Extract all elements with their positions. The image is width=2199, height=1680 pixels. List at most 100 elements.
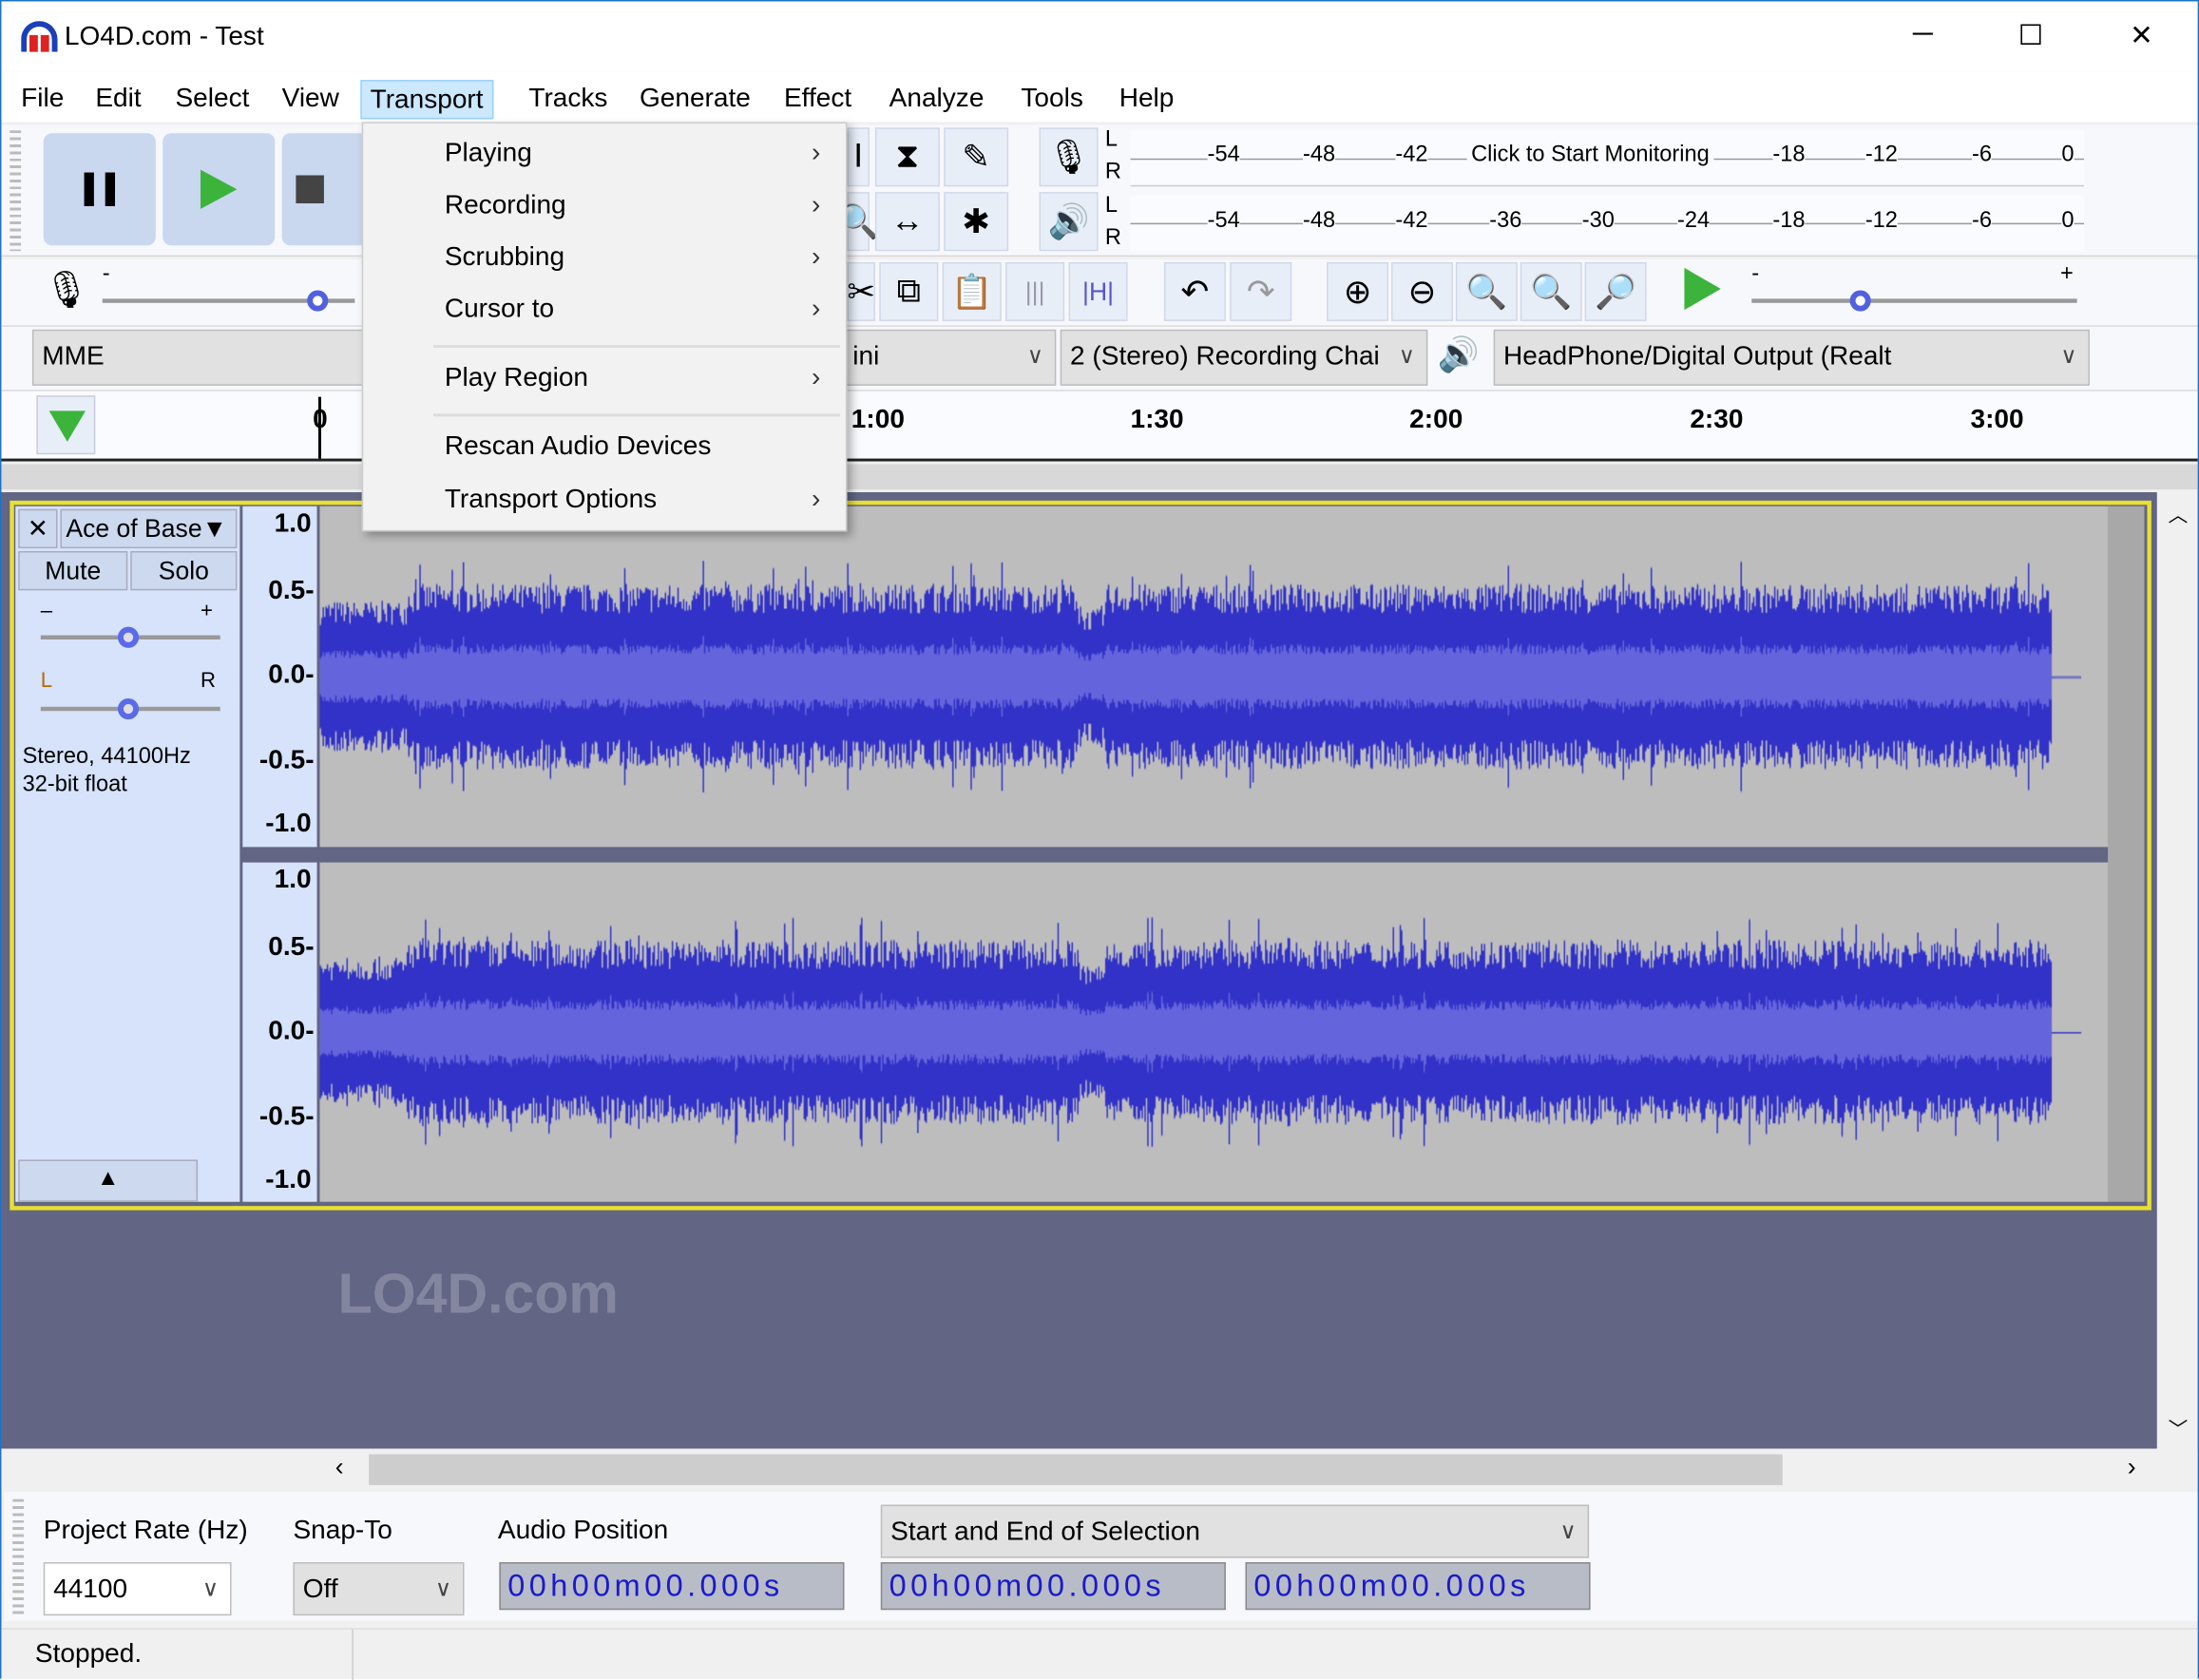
waveform-left-channel[interactable] bbox=[319, 506, 2110, 848]
playback-meter[interactable]: -54 -48 -42 -36 -30 -24 -18 -12 -6 0 bbox=[1130, 195, 2085, 252]
snap-to-select[interactable]: Off ∨ bbox=[293, 1562, 465, 1616]
copy-button[interactable]: ⧉ bbox=[879, 261, 939, 321]
amplitude-scale-top[interactable]: 1.0 0.5- 0.0- -0.5- -1.0 bbox=[242, 506, 317, 848]
menu-item-scrubbing[interactable]: Scrubbing › bbox=[365, 234, 846, 281]
zoom-out-button[interactable]: ⊖ bbox=[1390, 261, 1453, 321]
vertical-scrollbar[interactable]: ︿ ﹀ bbox=[2158, 492, 2198, 1449]
solo-button[interactable]: Solo bbox=[130, 550, 238, 591]
close-track-button[interactable]: ✕ bbox=[18, 508, 58, 549]
pause-button[interactable] bbox=[43, 133, 156, 246]
window-title: LO4D.com - Test bbox=[64, 22, 264, 52]
menu-generate[interactable]: Generate bbox=[631, 80, 759, 119]
menu-help[interactable]: Help bbox=[1111, 80, 1182, 119]
zoom-toggle-button[interactable]: 🔎 bbox=[1584, 261, 1647, 321]
menu-file[interactable]: File bbox=[12, 80, 72, 119]
menu-item-playing[interactable]: Playing › bbox=[365, 130, 846, 178]
menu-item-transport-options[interactable]: Transport Options › bbox=[365, 477, 846, 525]
toolbar-grip[interactable] bbox=[12, 1499, 25, 1614]
audio-position-field[interactable]: 00h00m00.000s bbox=[499, 1562, 845, 1611]
redo-button[interactable]: ↷ bbox=[1230, 261, 1292, 321]
scale-label: 0.5- bbox=[268, 576, 315, 606]
record-meter-mic-icon[interactable]: 🎙 bbox=[1039, 127, 1099, 187]
pan-slider[interactable] bbox=[40, 697, 220, 720]
amplitude-scale-bottom[interactable]: 1.0 0.5- 0.0- -0.5- -1.0 bbox=[242, 862, 317, 1202]
recording-volume-slider[interactable] bbox=[102, 290, 355, 312]
menu-tools[interactable]: Tools bbox=[1013, 80, 1092, 119]
menu-select[interactable]: Select bbox=[167, 80, 258, 119]
start-monitoring-label[interactable]: Click to Start Monitoring bbox=[1466, 143, 1714, 169]
close-button[interactable]: ✕ bbox=[2113, 18, 2170, 53]
meter-tick: -24 bbox=[1677, 208, 1711, 235]
recording-channels-select[interactable]: 2 (Stereo) Recording Chai ∨ bbox=[1060, 329, 1428, 386]
project-rate-label: Project Rate (Hz) bbox=[43, 1516, 248, 1546]
menu-item-recording[interactable]: Recording › bbox=[365, 182, 846, 230]
pin-playhead-button[interactable] bbox=[36, 395, 96, 455]
toolbar-grip[interactable] bbox=[10, 130, 22, 252]
mute-button[interactable]: Mute bbox=[18, 550, 128, 591]
undo-button[interactable]: ↶ bbox=[1163, 261, 1226, 321]
zoom-tool-button[interactable]: 🔍 bbox=[837, 192, 879, 252]
envelope-tool-button[interactable]: ⧗ bbox=[874, 127, 940, 187]
cut-button[interactable]: ✂ bbox=[847, 261, 875, 321]
timeline-ruler[interactable] bbox=[1, 391, 2198, 462]
paste-button[interactable]: 📋 bbox=[942, 261, 1002, 321]
selection-end-value: 00h00m00.000s bbox=[1253, 1567, 1530, 1603]
pause-icon bbox=[84, 172, 116, 206]
selection-tool-button[interactable]: I bbox=[847, 127, 870, 187]
menu-item-rescan-audio-devices[interactable]: Rescan Audio Devices bbox=[365, 424, 846, 471]
meter-tick: -36 bbox=[1489, 208, 1522, 235]
gain-slider[interactable] bbox=[40, 626, 220, 648]
horizontal-scrollbar[interactable]: ‹ › bbox=[1, 1449, 2198, 1490]
project-rate-value: 44100 bbox=[53, 1575, 128, 1605]
scale-label: 0.5- bbox=[268, 932, 315, 963]
time-shift-tool-button[interactable]: ↔ bbox=[874, 192, 940, 252]
meter-l: L bbox=[1104, 127, 1119, 152]
silence-button[interactable]: |H| bbox=[1068, 261, 1128, 321]
scale-label: 0.0- bbox=[268, 1016, 315, 1046]
fit-project-button[interactable]: 🔍 bbox=[1520, 261, 1582, 321]
playback-device-select[interactable]: HeadPhone/Digital Output (Realt ∨ bbox=[1493, 329, 2090, 386]
record-meter[interactable]: -54 -48 -42 Click to Start Monitoring -1… bbox=[1130, 130, 2085, 187]
menu-transport[interactable]: Transport bbox=[360, 80, 493, 120]
selection-end-field[interactable]: 00h00m00.000s bbox=[1245, 1562, 1591, 1611]
playback-meter-speaker-icon[interactable]: 🔊 bbox=[1039, 192, 1099, 252]
slider-minus: - bbox=[1751, 261, 1760, 287]
multi-tool-button[interactable]: ✱ bbox=[944, 192, 1009, 252]
meter-tick: -6 bbox=[1971, 143, 1992, 169]
audio-host-select[interactable]: MME bbox=[31, 329, 370, 386]
menu-edit[interactable]: Edit bbox=[86, 80, 149, 119]
menu-item-play-region[interactable]: Play Region › bbox=[365, 354, 846, 402]
meter-tick: -18 bbox=[1772, 208, 1806, 235]
playback-speed-slider[interactable] bbox=[1751, 290, 2077, 312]
menu-tracks[interactable]: Tracks bbox=[521, 80, 617, 119]
meter-tick: -6 bbox=[1971, 208, 1992, 235]
status-text: Stopped. bbox=[34, 1639, 143, 1670]
selection-start-field[interactable]: 00h00m00.000s bbox=[880, 1562, 1226, 1611]
recording-device-select[interactable]: ini ∨ bbox=[842, 329, 1057, 386]
draw-tool-button[interactable]: ✎ bbox=[944, 127, 1009, 187]
menu-view[interactable]: View bbox=[274, 80, 348, 119]
collapse-track-button[interactable]: ▲ bbox=[18, 1159, 199, 1202]
waveform-right-channel[interactable] bbox=[319, 862, 2110, 1202]
minimize-button[interactable]: ─ bbox=[1895, 18, 1951, 50]
chevron-down-icon: ∨ bbox=[1026, 345, 1043, 370]
menu-analyze[interactable]: Analyze bbox=[881, 80, 992, 119]
track-name-menu[interactable]: Ace of Base▼ bbox=[60, 508, 238, 549]
play-button[interactable] bbox=[163, 133, 276, 246]
trim-button[interactable]: ||| bbox=[1005, 261, 1065, 321]
maximize-button[interactable]: ☐ bbox=[2002, 18, 2058, 53]
track-format-info: Stereo, 44100Hz bbox=[22, 744, 191, 769]
zoom-in-button[interactable]: ⊕ bbox=[1327, 261, 1389, 321]
play-at-speed-button[interactable] bbox=[1684, 267, 1721, 311]
track-control-panel: ✕ Ace of Base▼ Mute Solo – + L R Stereo,… bbox=[15, 506, 240, 1202]
transport-menu-dropdown: Playing › Recording › Scrubbing › Cursor to… bbox=[361, 122, 848, 532]
pan-right-label: R bbox=[201, 668, 217, 694]
project-rate-select[interactable]: 44100 ∨ bbox=[43, 1562, 232, 1616]
selection-mode-select[interactable]: Start and End of Selection ∨ bbox=[880, 1504, 1590, 1558]
fit-selection-button[interactable]: 🔍 bbox=[1455, 261, 1518, 321]
dropdown-arrow-icon: ▼ bbox=[201, 514, 227, 544]
menu-item-cursor-to[interactable]: Cursor to › bbox=[365, 286, 846, 334]
playhead-marker[interactable] bbox=[318, 396, 321, 459]
scroll-thumb[interactable] bbox=[369, 1454, 1783, 1485]
menu-effect[interactable]: Effect bbox=[775, 80, 860, 119]
